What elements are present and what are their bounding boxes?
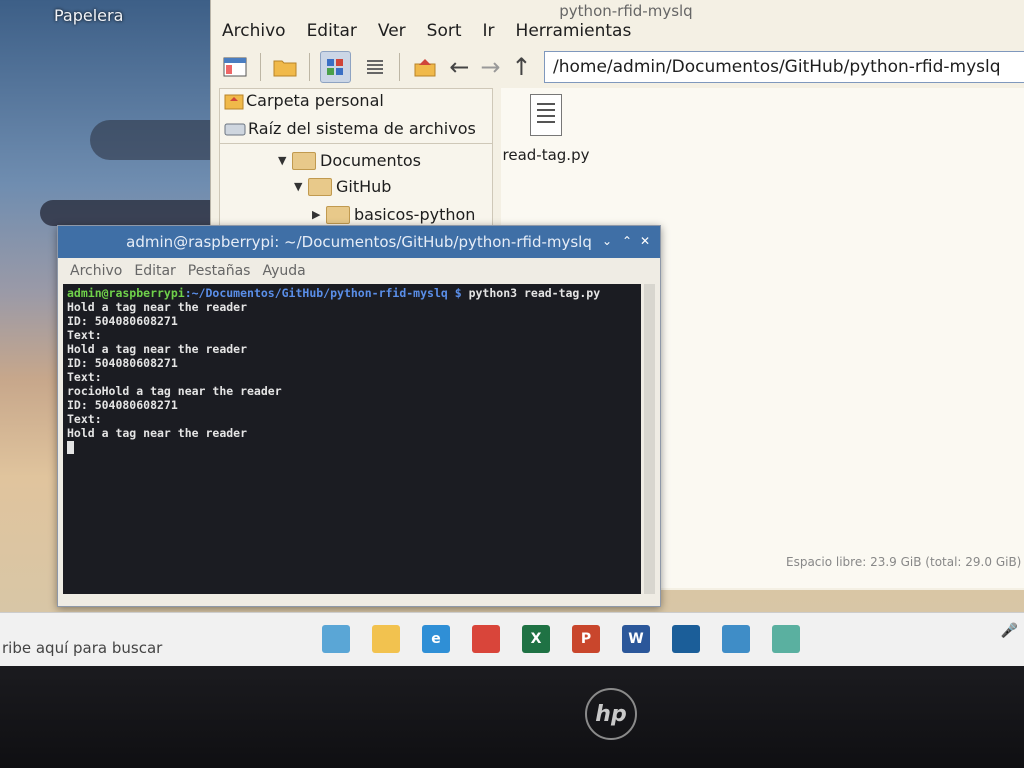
terminal-menubar: Archivo Editar Pestañas Ayuda	[58, 258, 660, 284]
tree-label: Documentos	[320, 151, 422, 170]
sky-cloud	[40, 200, 230, 226]
drive-icon	[224, 123, 246, 135]
toolbar-separator	[399, 53, 401, 81]
other-icon[interactable]	[772, 625, 800, 653]
task-view-icon[interactable]	[322, 625, 350, 653]
menu-herramientas[interactable]: Herramientas	[505, 21, 642, 41]
expanded-triangle-icon[interactable]: ▼	[294, 180, 308, 193]
place-home[interactable]: Carpeta personal	[224, 91, 384, 110]
menu-editar[interactable]: Editar	[296, 21, 367, 41]
system-tray: 🎤	[993, 623, 1018, 639]
close-icon[interactable]: ✕	[638, 234, 652, 248]
virtualbox-icon[interactable]	[672, 625, 700, 653]
taskbar-search-box[interactable]: ribe aquí para buscar	[2, 639, 162, 657]
tree-label: GitHub	[336, 177, 392, 196]
new-folder-button[interactable]	[271, 52, 300, 82]
home-icon	[414, 59, 436, 77]
icon-view-button[interactable]	[320, 51, 351, 83]
chrome-icon[interactable]	[472, 625, 500, 653]
folder-icon	[308, 177, 332, 196]
grid-icon	[327, 59, 344, 75]
menu-ir[interactable]: Ir	[472, 21, 505, 41]
terminal-title: admin@raspberrypi: ~/Documentos/GitHub/p…	[126, 233, 592, 251]
prompt-command: python3 read-tag.py	[461, 286, 601, 300]
toolbar-separator	[259, 53, 261, 81]
output-line: Text:	[67, 370, 102, 384]
home-folder-icon	[224, 94, 244, 109]
output-line: rocioHold a tag near the reader	[67, 384, 282, 398]
taskbar-apps: e XPW	[322, 625, 822, 653]
folder-icon	[326, 205, 350, 224]
edge-icon[interactable]: e	[422, 625, 450, 653]
folder-icon	[292, 151, 316, 170]
toolbar: ← → ↑	[211, 46, 1024, 88]
output-line: ID: 504080608271	[67, 356, 178, 370]
microphone-icon[interactable]: 🎤	[1001, 623, 1018, 639]
text-cursor	[67, 441, 74, 454]
output-line: Text:	[67, 412, 102, 426]
status-bar-free-space: Espacio libre: 23.9 GiB (total: 29.0 GiB…	[786, 555, 1022, 569]
expanded-triangle-icon[interactable]: ▼	[278, 154, 292, 167]
prompt-user: admin@raspberrypi	[67, 286, 185, 300]
menu-sort[interactable]: Sort	[416, 21, 472, 41]
terminal-scrollbar[interactable]	[644, 284, 655, 594]
file-name: read-tag.py	[502, 146, 590, 164]
collapsed-triangle-icon[interactable]: ▶	[312, 208, 326, 221]
output-line: ID: 504080608271	[67, 398, 178, 412]
pane-divider	[220, 143, 492, 144]
menu-ver[interactable]: Ver	[367, 21, 416, 41]
toolbar-separator	[309, 53, 311, 81]
up-arrow-icon[interactable]: ↑	[511, 53, 532, 81]
output-line: Hold a tag near the reader	[67, 300, 248, 314]
paint-icon[interactable]	[722, 625, 750, 653]
chevron-down-icon[interactable]: ⌄	[600, 234, 614, 248]
menu-archivo[interactable]: Archivo	[70, 263, 122, 279]
menu-editar[interactable]: Editar	[134, 263, 175, 279]
trash-icon-label[interactable]: Papelera	[54, 6, 123, 25]
back-arrow-icon[interactable]: ←	[449, 53, 470, 81]
window-icon	[223, 57, 247, 77]
python-file-icon	[530, 94, 562, 136]
prompt-line: admin@raspberrypi:~/Documentos/GitHub/py…	[67, 286, 637, 300]
tree-label: basicos-python	[354, 205, 476, 224]
tree-item-github[interactable]: ▼ GitHub	[294, 177, 391, 196]
terminal-window: admin@raspberrypi: ~/Documentos/GitHub/p…	[57, 225, 661, 607]
output-line: Text:	[67, 328, 102, 342]
terminal-output[interactable]: admin@raspberrypi:~/Documentos/GitHub/py…	[63, 284, 641, 594]
output-line: Hold a tag near the reader	[67, 342, 248, 356]
menu-pestanas[interactable]: Pestañas	[188, 263, 251, 279]
desktop: Papelera python-rfid-myslq Archivo Edita…	[0, 0, 1024, 612]
list-view-button[interactable]	[361, 52, 390, 82]
new-window-button[interactable]	[221, 52, 250, 82]
path-field[interactable]	[543, 51, 1024, 83]
place-root-label: Raíz del sistema de archivos	[248, 119, 476, 138]
folder-icon	[273, 60, 297, 77]
tree-item-basicos-python[interactable]: ▶ basicos-python	[312, 205, 475, 224]
tree-item-documentos[interactable]: ▼ Documentos	[278, 151, 421, 170]
chevron-up-icon[interactable]: ⌃	[620, 234, 634, 248]
home-button[interactable]	[410, 52, 439, 82]
place-root[interactable]: Raíz del sistema de archivos	[224, 119, 476, 138]
laptop-bezel	[0, 666, 1024, 768]
excel-icon[interactable]: X	[522, 625, 550, 653]
hp-logo: hp	[585, 688, 637, 740]
prompt-path: :~/Documentos/GitHub/python-rfid-myslq $	[184, 286, 462, 300]
file-item-read-tag[interactable]: read-tag.py	[501, 94, 591, 164]
word-icon[interactable]: W	[622, 625, 650, 653]
list-icon	[367, 60, 384, 74]
window-title: python-rfid-myslq	[559, 2, 693, 20]
file-explorer-icon[interactable]	[372, 625, 400, 653]
taskbar: ribe aquí para buscar e XPW 🎤	[0, 612, 1024, 667]
output-line: Hold a tag near the reader	[67, 426, 248, 440]
menu-archivo[interactable]: Archivo	[211, 21, 296, 41]
cursor-line	[67, 440, 637, 454]
terminal-titlebar[interactable]: admin@raspberrypi: ~/Documentos/GitHub/p…	[58, 226, 660, 258]
place-home-label: Carpeta personal	[246, 91, 384, 110]
powerpoint-icon[interactable]: P	[572, 625, 600, 653]
output-line: ID: 504080608271	[67, 314, 178, 328]
menubar: Archivo Editar Ver Sort Ir Herramientas	[211, 16, 1024, 46]
forward-arrow-icon[interactable]: →	[480, 53, 501, 81]
menu-ayuda[interactable]: Ayuda	[262, 263, 305, 279]
